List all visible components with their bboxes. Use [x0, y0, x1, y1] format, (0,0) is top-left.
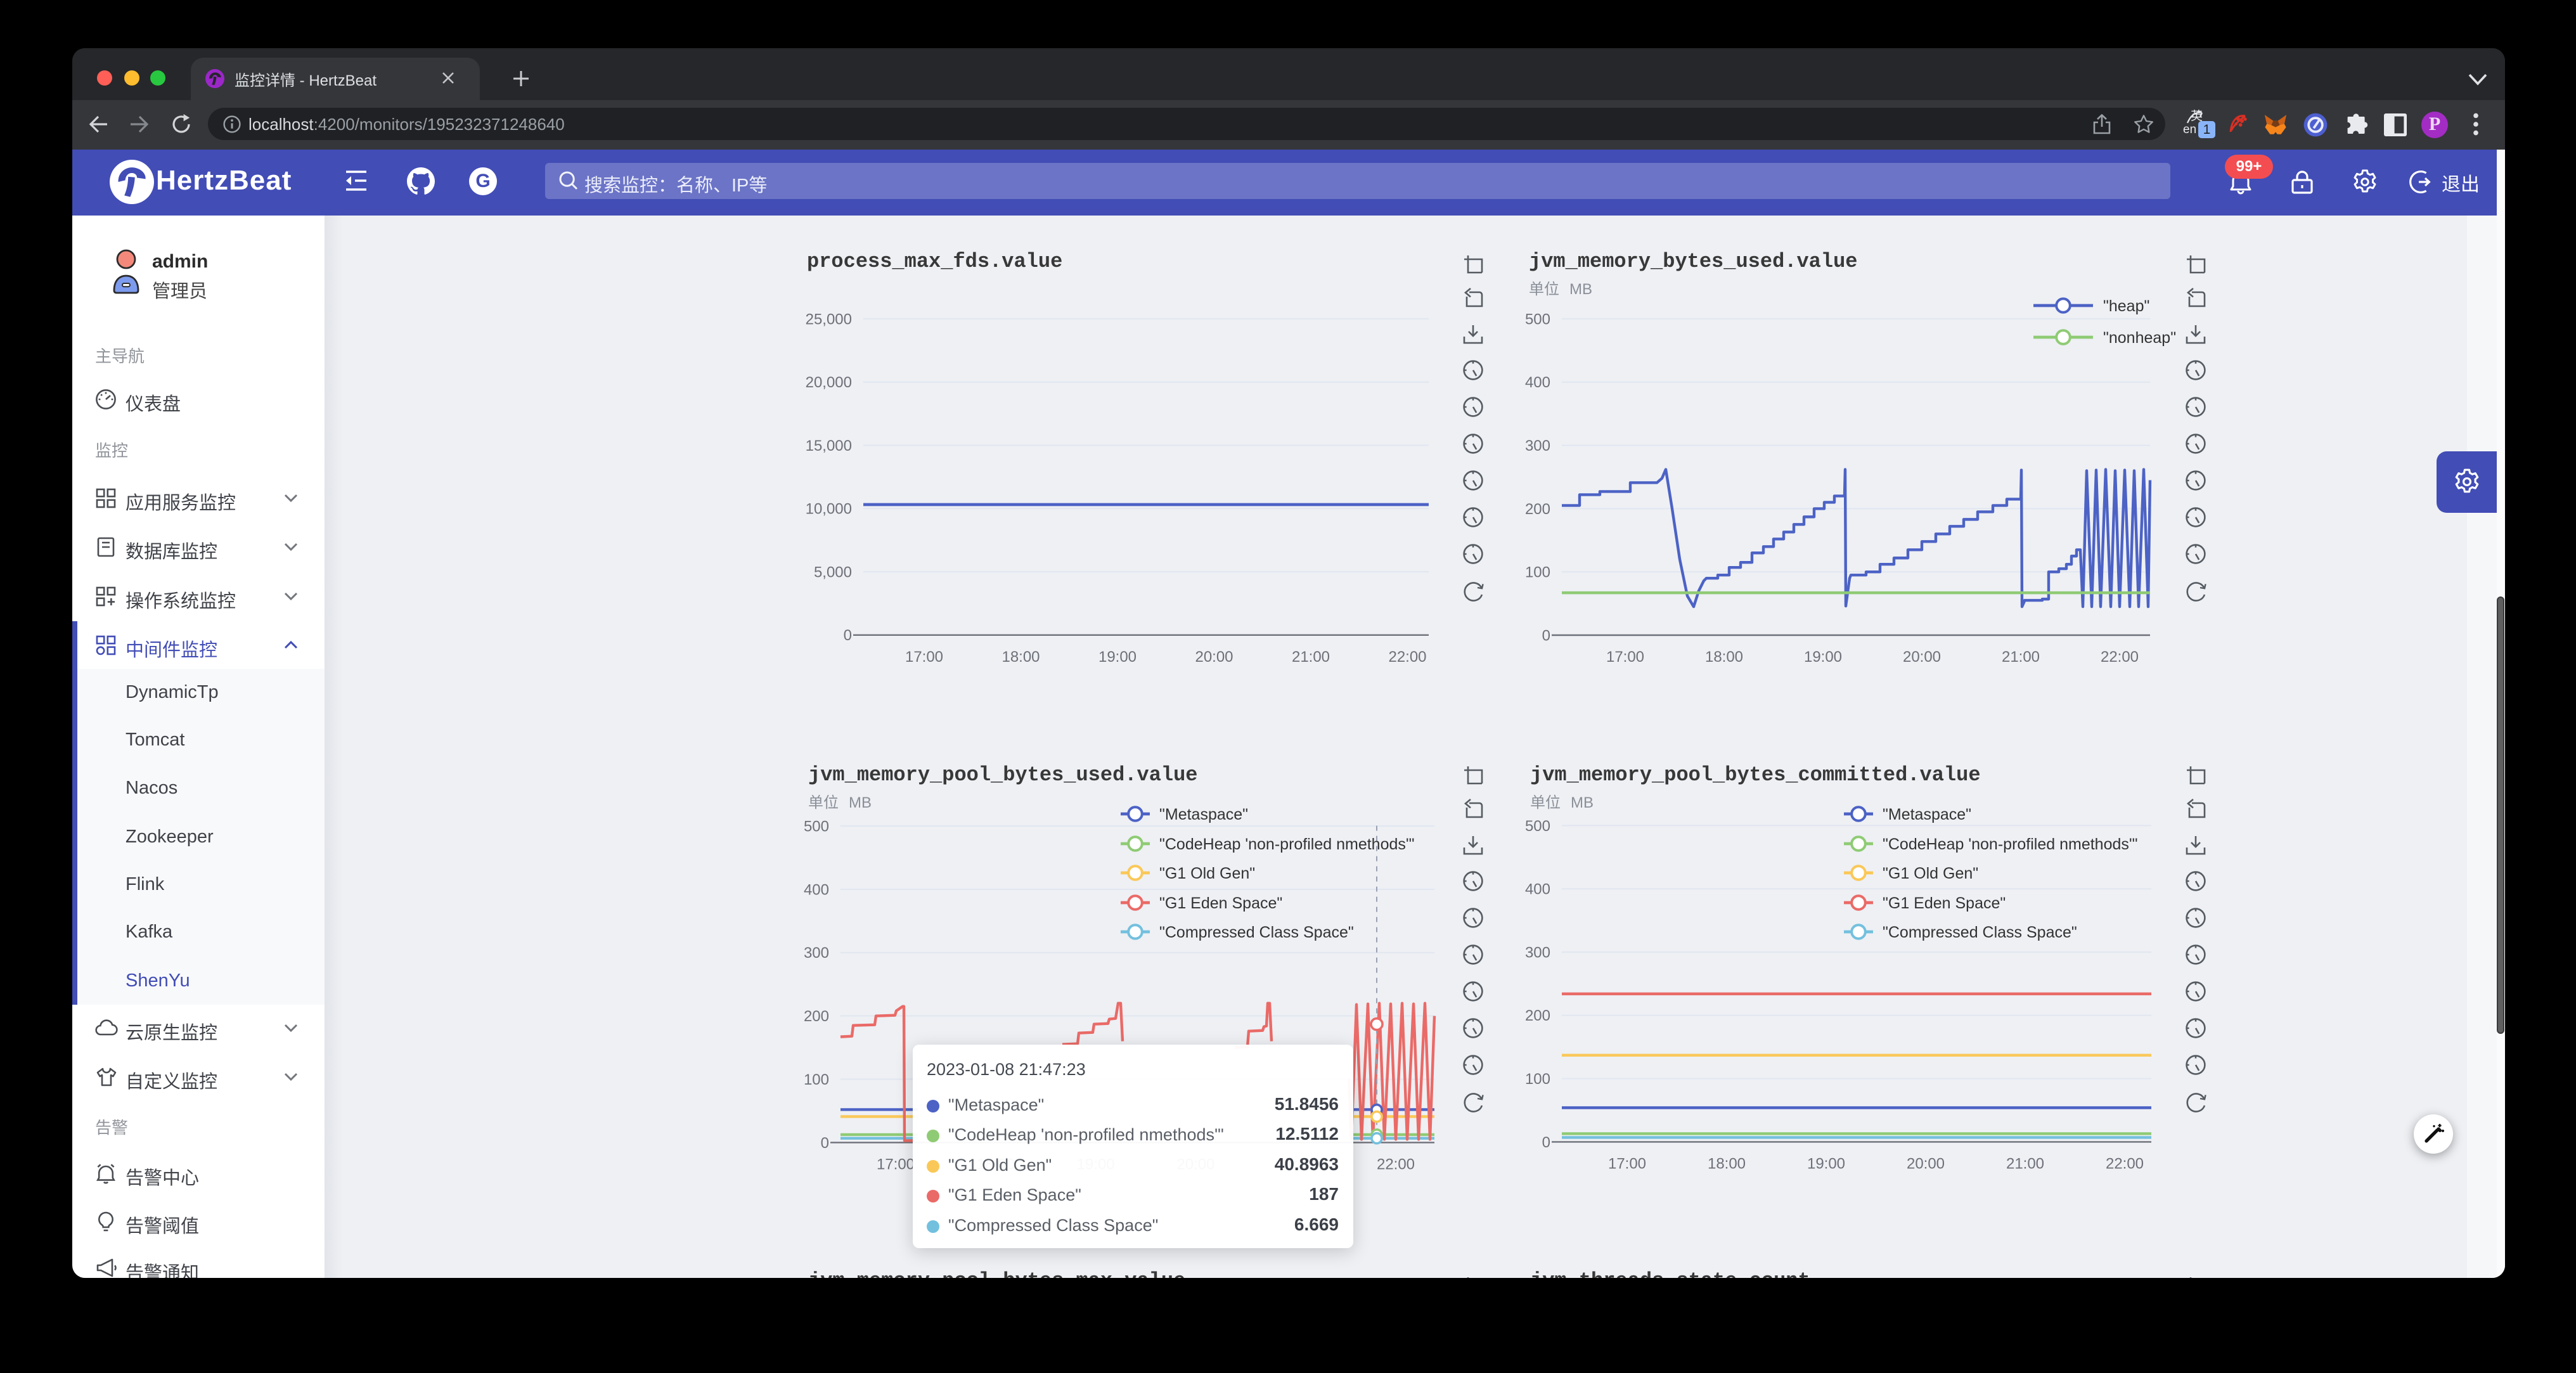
svg-text:单位: 单位: [1529, 281, 1559, 298]
svg-text:20,000: 20,000: [806, 374, 852, 391]
svg-text:"CodeHeap 'non-profiled nmetho: "CodeHeap 'non-profiled nmethods'": [1159, 835, 1415, 853]
svg-text:单位: 单位: [1530, 794, 1561, 811]
svg-text:19:00: 19:00: [1807, 1155, 1845, 1172]
svg-text:jvm_memory_pool_bytes_max.valu: jvm_memory_pool_bytes_max.value: [808, 1269, 1185, 1278]
svg-text:22:00: 22:00: [1388, 648, 1426, 666]
svg-text:jvm_memory_bytes_used.value: jvm_memory_bytes_used.value: [1529, 250, 1857, 273]
svg-text:200: 200: [1525, 501, 1550, 518]
svg-text:19:00: 19:00: [1804, 648, 1842, 666]
svg-text:100: 100: [1525, 564, 1550, 581]
svg-text:100: 100: [804, 1071, 829, 1088]
svg-text:400: 400: [804, 881, 829, 898]
svg-text:"heap": "heap": [2103, 297, 2149, 315]
svg-text:19:00: 19:00: [1098, 648, 1137, 666]
svg-text:"Metaspace": "Metaspace": [1159, 806, 1248, 823]
svg-text:MB: MB: [849, 794, 872, 811]
svg-text:"CodeHeap 'non-profiled nmetho: "CodeHeap 'non-profiled nmethods'": [1883, 835, 2138, 853]
svg-text:21:00: 21:00: [2002, 648, 2040, 666]
svg-text:"G1 Old Gen": "G1 Old Gen": [1883, 865, 1978, 882]
svg-text:18:00: 18:00: [1001, 648, 1040, 666]
svg-text:22:00: 22:00: [1377, 1156, 1415, 1173]
svg-text:500: 500: [1525, 311, 1550, 328]
svg-text:单位: 单位: [808, 794, 839, 811]
svg-text:200: 200: [1525, 1007, 1550, 1024]
svg-text:18:00: 18:00: [1708, 1155, 1746, 1172]
svg-text:"G1 Eden Space": "G1 Eden Space": [1883, 894, 2006, 912]
svg-text:"nonheap": "nonheap": [2103, 329, 2176, 347]
svg-text:300: 300: [804, 944, 829, 962]
svg-text:0: 0: [844, 627, 852, 644]
svg-text:500: 500: [804, 818, 829, 835]
svg-text:"Compressed Class Space": "Compressed Class Space": [1159, 924, 1354, 941]
svg-text:25,000: 25,000: [806, 311, 852, 328]
svg-text:5,000: 5,000: [814, 564, 852, 581]
svg-text:21:00: 21:00: [1292, 648, 1330, 666]
svg-text:20:00: 20:00: [1195, 648, 1233, 666]
svg-text:17:00: 17:00: [1608, 1155, 1646, 1172]
svg-text:17:00: 17:00: [877, 1156, 915, 1173]
svg-text:18:00: 18:00: [1705, 648, 1743, 666]
svg-text:15,000: 15,000: [806, 437, 852, 454]
svg-text:MB: MB: [1571, 794, 1594, 811]
svg-text:21:00: 21:00: [2006, 1155, 2044, 1172]
svg-text:10,000: 10,000: [806, 501, 852, 518]
svg-text:0: 0: [821, 1135, 829, 1152]
svg-text:0: 0: [1542, 1134, 1550, 1151]
svg-text:jvm_memory_pool_bytes_committe: jvm_memory_pool_bytes_committed.value: [1530, 763, 1981, 787]
svg-text:22:00: 22:00: [2106, 1155, 2144, 1172]
svg-text:17:00: 17:00: [905, 648, 943, 666]
svg-text:200: 200: [804, 1008, 829, 1025]
svg-text:20:00: 20:00: [1907, 1155, 1945, 1172]
svg-text:process_max_fds.value: process_max_fds.value: [807, 250, 1062, 273]
svg-text:20:00: 20:00: [1903, 648, 1941, 666]
svg-text:jvm_threads_state.count: jvm_threads_state.count: [1530, 1269, 1810, 1278]
svg-text:100: 100: [1525, 1071, 1550, 1088]
svg-text:"Metaspace": "Metaspace": [1883, 806, 1971, 823]
svg-text:"G1 Eden Space": "G1 Eden Space": [1159, 894, 1282, 912]
svg-text:22:00: 22:00: [2101, 648, 2139, 666]
svg-text:MB: MB: [1569, 281, 1592, 298]
svg-text:jvm_memory_pool_bytes_used.val: jvm_memory_pool_bytes_used.value: [808, 763, 1198, 787]
svg-text:500: 500: [1525, 818, 1550, 835]
svg-text:0: 0: [1542, 627, 1550, 644]
svg-text:17:00: 17:00: [1606, 648, 1644, 666]
svg-text:"Compressed Class Space": "Compressed Class Space": [1883, 924, 2077, 941]
svg-text:"G1 Old Gen": "G1 Old Gen": [1159, 865, 1255, 882]
svg-text:300: 300: [1525, 944, 1550, 961]
svg-text:400: 400: [1525, 374, 1550, 391]
svg-text:300: 300: [1525, 437, 1550, 454]
svg-text:400: 400: [1525, 881, 1550, 898]
